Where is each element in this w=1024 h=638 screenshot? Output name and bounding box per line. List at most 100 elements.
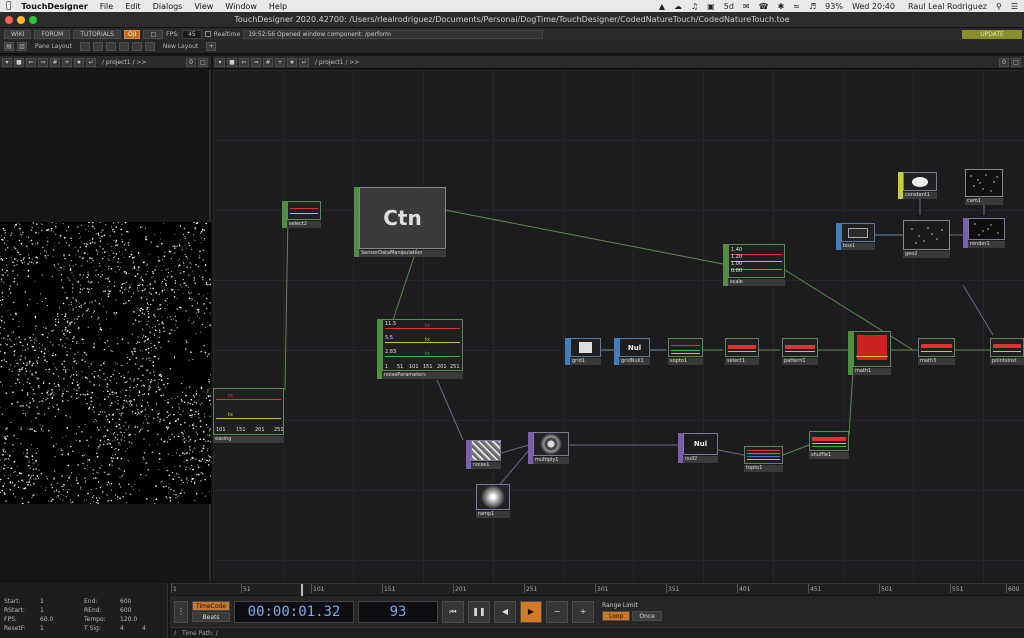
perform-mode-toggle[interactable]: O|I	[123, 29, 141, 39]
pause-icon[interactable]: ❚❚	[468, 600, 490, 623]
back-icon[interactable]: ⇐	[239, 57, 249, 67]
rstart-value[interactable]: 1	[40, 607, 44, 614]
node-null2[interactable]: Nul null2	[678, 433, 718, 463]
bell-icon[interactable]: ♫	[691, 2, 698, 11]
beats-mode-button[interactable]: Beats	[192, 612, 230, 622]
fps-value[interactable]: 60.0	[40, 616, 53, 623]
node-sopto1[interactable]: sopto1	[668, 338, 703, 365]
menu-file[interactable]: File	[100, 2, 113, 11]
time-path[interactable]: Time Path: /	[182, 630, 218, 637]
timecode-mode-button[interactable]: TimeCode	[192, 601, 230, 611]
clock[interactable]: Wed 20:40	[852, 2, 895, 11]
rewind-icon[interactable]: ⏮	[442, 600, 464, 623]
volume-icon[interactable]: ♬	[809, 2, 816, 11]
tsig-denominator[interactable]: 4	[142, 625, 146, 632]
play-reverse-icon[interactable]: ◀	[494, 600, 516, 623]
add-icon[interactable]: +	[62, 57, 72, 67]
node-ramp1[interactable]: ramp1	[476, 484, 510, 518]
node-geo2[interactable]: geo2	[903, 220, 950, 258]
app-menu[interactable]: TouchDesigner	[21, 2, 87, 11]
tempo-value[interactable]: 120.0	[120, 616, 137, 623]
forward-icon[interactable]: ⇒	[38, 57, 48, 67]
menu-edit[interactable]: Edit	[125, 2, 141, 11]
phone-icon[interactable]: ☎	[759, 2, 769, 11]
cloud-icon[interactable]: ☁	[674, 2, 682, 11]
left-pane-split-icon[interactable]: □	[198, 57, 208, 67]
node-multiply1[interactable]: multiply1	[528, 432, 569, 464]
layout-1-icon[interactable]	[79, 42, 90, 51]
playhead[interactable]	[301, 584, 303, 596]
right-pane-path[interactable]: / project1 / >>	[311, 59, 359, 66]
close-icon[interactable]	[5, 16, 13, 24]
display-icon[interactable]: ▣	[707, 2, 715, 11]
link-icon[interactable]: ↵	[299, 57, 309, 67]
control-center-icon[interactable]: ☰	[1011, 2, 1018, 11]
calendar-icon[interactable]: 5d	[724, 2, 734, 11]
add-icon[interactable]: +	[275, 57, 285, 67]
menu-dialogs[interactable]: Dialogs	[153, 2, 183, 11]
layout-3-icon[interactable]	[105, 42, 116, 51]
point-cloud-viewer[interactable]	[0, 222, 211, 504]
dropbox-icon[interactable]: ▲	[659, 2, 665, 11]
pane-menu-icon[interactable]: ▾	[2, 57, 12, 67]
update-button[interactable]: UPDATE	[962, 29, 1022, 39]
right-pane-split-icon[interactable]: □	[1011, 57, 1021, 67]
menu-window[interactable]: Window	[225, 2, 257, 11]
network-editor[interactable]: select2 Ctn SensorDataManipulation 1.40 …	[213, 70, 1024, 582]
search-icon[interactable]: ⚲	[996, 2, 1002, 11]
left-pane-path[interactable]: / project1 / >>	[98, 59, 146, 66]
chat-icon[interactable]: ✉	[743, 2, 750, 11]
step-forward-icon[interactable]: +	[572, 600, 594, 623]
menu-view[interactable]: View	[194, 2, 213, 11]
play-icon[interactable]: ▶	[520, 600, 542, 623]
node-topto1[interactable]: topto1	[744, 446, 783, 472]
timeline-ruler[interactable]: 1 51 101 151 201 251 301 351 401 451 501…	[170, 583, 1024, 596]
node-easing[interactable]: tx tx 101 151 201 251 easing	[213, 388, 284, 443]
node-points-instance[interactable]: pointsInst	[990, 338, 1024, 365]
frame-display[interactable]: 93	[358, 600, 438, 623]
node-render1[interactable]: render1	[963, 218, 1005, 248]
forward-icon[interactable]: ⇒	[251, 57, 261, 67]
node-shuffle1[interactable]: shuffle1	[809, 431, 849, 459]
node-grid1[interactable]: grid1	[565, 338, 601, 365]
user-name[interactable]: Raul Leal Rodriguez	[908, 2, 987, 11]
timeline-menu-icon[interactable]: ⋮	[174, 600, 188, 623]
grid-icon[interactable]: #	[263, 57, 273, 67]
resetf-value[interactable]: 1	[40, 625, 44, 632]
tsig-numerator[interactable]: 4	[120, 625, 124, 632]
node-scale[interactable]: 1.40 1.20 1.00 0.80 scale	[723, 244, 785, 286]
layout-toggle[interactable]: □	[143, 29, 164, 39]
node-grid-null[interactable]: Nul gridNull1	[614, 338, 650, 365]
layout-5-icon[interactable]	[131, 42, 142, 51]
node-cam1[interactable]: cam1	[965, 169, 1003, 205]
time-path-icon[interactable]: ∕	[174, 630, 176, 637]
node-sensor-data-manipulation[interactable]: Ctn SensorDataManipulation	[354, 187, 446, 257]
link-icon[interactable]: ↵	[86, 57, 96, 67]
pane-menu-icon[interactable]: ▾	[215, 57, 225, 67]
once-button[interactable]: Once	[632, 611, 662, 621]
grid-icon[interactable]: #	[50, 57, 60, 67]
add-layout-icon[interactable]: +	[206, 42, 217, 51]
menu-help[interactable]: Help	[269, 2, 287, 11]
layout-2-icon[interactable]	[92, 42, 103, 51]
star-icon[interactable]: ★	[74, 57, 84, 67]
node-math1[interactable]: math1	[848, 331, 891, 375]
loop-button[interactable]: Loop	[602, 611, 631, 621]
apple-icon[interactable]: 	[6, 1, 11, 11]
realtime-toggle[interactable]: Realtime	[204, 31, 240, 38]
star-icon[interactable]: ★	[287, 57, 297, 67]
tutorials-button[interactable]: TUTORIALS	[73, 29, 121, 39]
timecode-display[interactable]: 00:00:01.32	[234, 600, 354, 623]
back-icon[interactable]: ⇐	[26, 57, 36, 67]
minimize-icon[interactable]	[17, 16, 25, 24]
start-value[interactable]: 1	[40, 598, 44, 605]
zoom-icon[interactable]	[29, 16, 37, 24]
node-pattern1[interactable]: pattern1	[782, 338, 818, 365]
layout-6-icon[interactable]	[144, 42, 155, 51]
node-box1[interactable]: box1	[836, 223, 875, 250]
node-noise1[interactable]: noise1	[466, 440, 501, 469]
battery-percent[interactable]: 93%	[825, 2, 843, 11]
home-icon[interactable]: ■	[14, 57, 24, 67]
step-back-icon[interactable]: −	[546, 600, 568, 623]
split-horizontal-icon[interactable]: ▤	[4, 42, 14, 51]
